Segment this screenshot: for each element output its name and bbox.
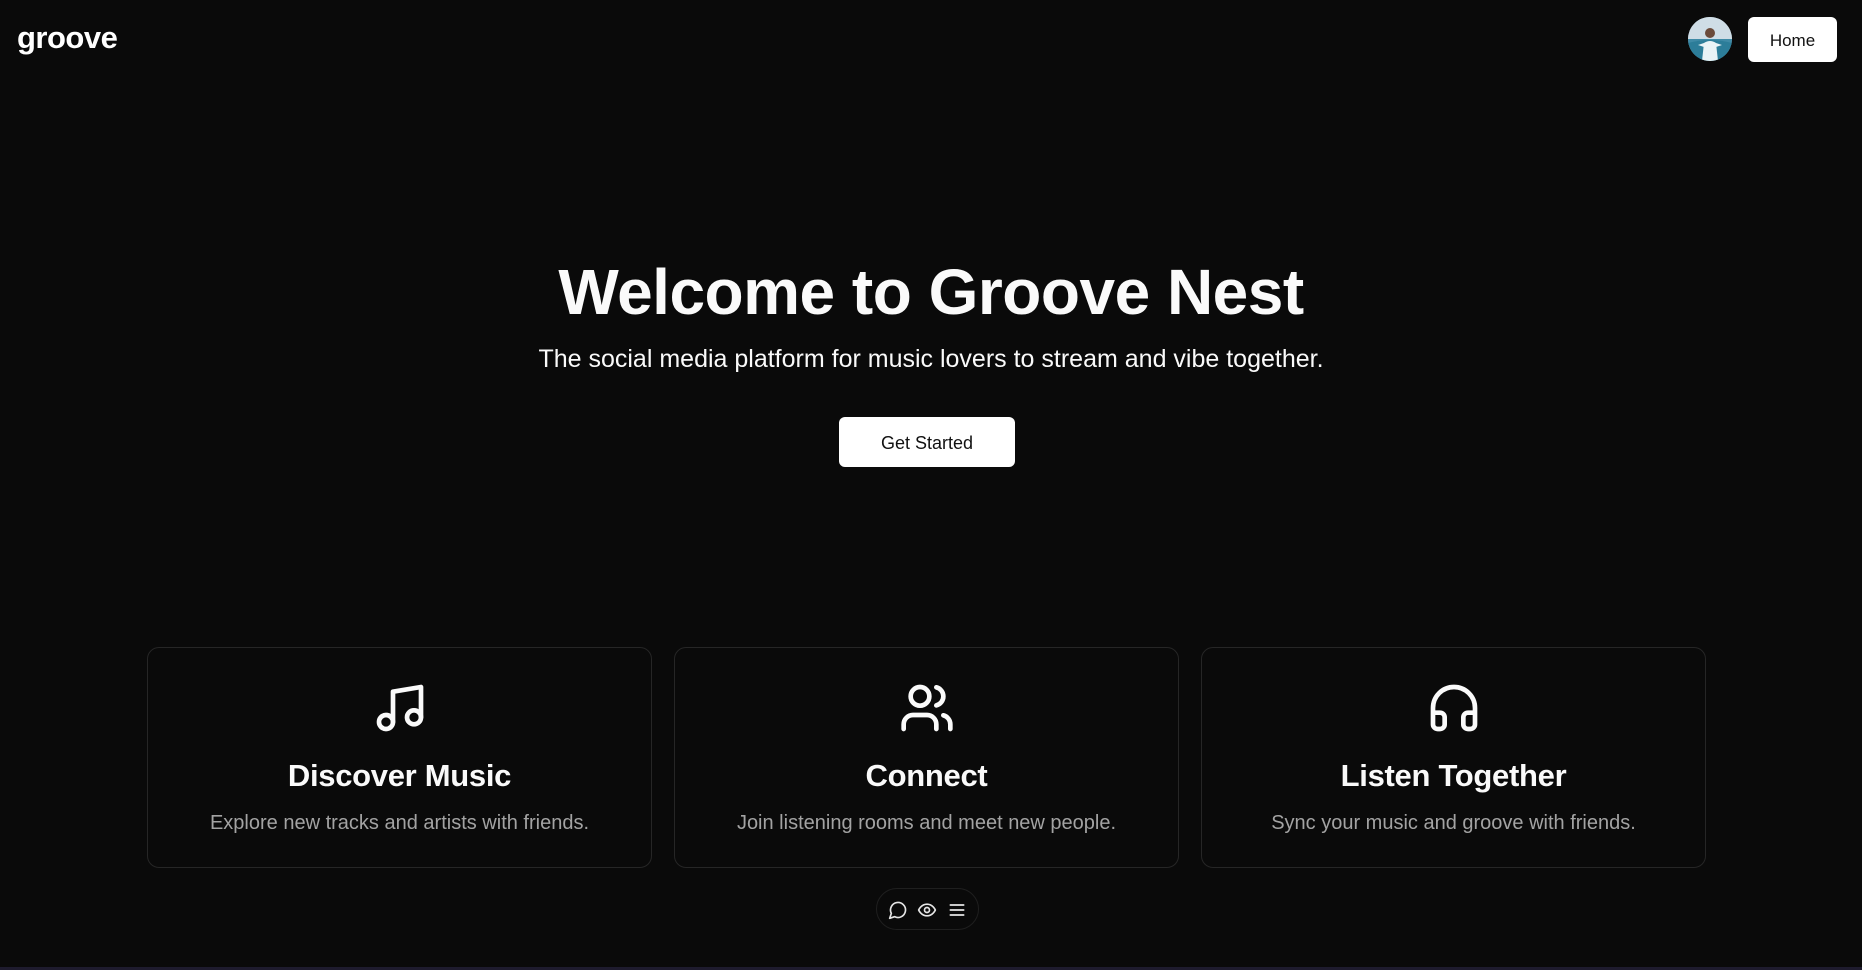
menu-icon[interactable] — [947, 900, 967, 920]
top-nav: groove Home — [0, 0, 1862, 80]
get-started-button[interactable]: Get Started — [839, 417, 1015, 467]
users-icon — [900, 684, 953, 732]
feature-title: Discover Music — [287, 758, 512, 793]
chat-bubble-icon[interactable] — [888, 900, 908, 920]
home-button[interactable]: Home — [1748, 17, 1837, 62]
feature-card-discover-music: Discover Music Explore new tracks and ar… — [147, 647, 652, 868]
hero-subtitle: The social media platform for music love… — [538, 345, 1324, 373]
hero-title: Welcome to Groove Nest — [558, 256, 1304, 328]
headphones-icon — [1430, 684, 1477, 732]
feature-title: Listen Together — [1340, 758, 1567, 793]
hero-section: Welcome to Groove Nest The social media … — [0, 250, 1862, 384]
feature-card-connect: Connect Join listening rooms and meet ne… — [674, 647, 1179, 868]
feature-description: Sync your music and groove with friends. — [1271, 812, 1636, 834]
avatar[interactable] — [1688, 17, 1732, 61]
music-note-icon — [376, 684, 423, 732]
feature-description: Join listening rooms and meet new people… — [736, 812, 1117, 834]
feature-card-listen-together: Listen Together Sync your music and groo… — [1201, 647, 1706, 868]
feature-description: Explore new tracks and artists with frie… — [209, 812, 590, 834]
eye-icon[interactable] — [917, 900, 937, 920]
logo[interactable]: groove — [17, 20, 118, 56]
feature-title: Connect — [865, 758, 988, 793]
floating-toolbar — [876, 888, 979, 930]
landing-page: groove Home Welcome to Groove Nest The s… — [0, 0, 1862, 970]
avatar-image — [1688, 17, 1732, 61]
